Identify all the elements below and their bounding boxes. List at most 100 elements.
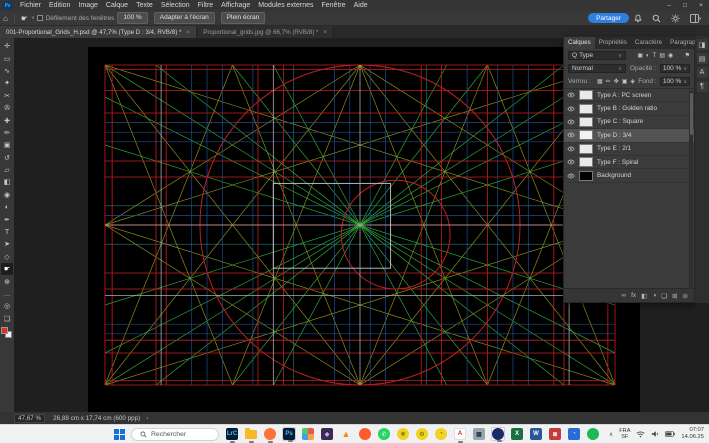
layer-thumbnail[interactable] <box>579 130 593 140</box>
history-brush-tool[interactable]: ↺ <box>1 152 13 164</box>
layer-style-icon[interactable]: fx <box>631 292 636 299</box>
taskbar-app-file-explorer[interactable] <box>244 427 258 441</box>
layer-thumbnail[interactable] <box>579 117 593 127</box>
layer-thumbnail[interactable] <box>579 144 593 154</box>
layer-thumbnail[interactable] <box>579 171 593 181</box>
taskbar-app-yellow-app-1[interactable]: ❋ <box>396 427 410 441</box>
taskbar-app-purple-app[interactable]: ◆ <box>320 427 334 441</box>
lasso-tool[interactable]: ∿ <box>1 65 13 77</box>
home-icon[interactable]: ⌂ <box>3 14 8 23</box>
layer-row[interactable]: Type C : Square <box>564 116 694 129</box>
screen-mode[interactable]: ❏ <box>1 313 13 325</box>
adjustment-layer-icon[interactable]: ◑ <box>652 292 656 299</box>
layer-filter-type-icon-2[interactable]: ◐ <box>646 53 650 59</box>
layer-filter-type-icon-4[interactable]: ▤ <box>659 52 665 59</box>
taskbar-app-red-app[interactable]: ≣ <box>548 427 562 441</box>
menu-fen-tre[interactable]: Fenêtre <box>318 0 350 11</box>
tab-close-icon[interactable]: × <box>323 29 327 36</box>
layer-filter-type-icon-5[interactable]: ◉ <box>668 52 673 59</box>
minimize-button[interactable]: – <box>661 0 677 11</box>
panel-tab-propriétés[interactable]: Propriétés <box>595 37 631 49</box>
lock-icon-3[interactable]: ✥ <box>614 78 619 85</box>
tab-close-icon[interactable]: × <box>186 29 190 36</box>
taskbar-app-excel[interactable]: X <box>510 427 524 441</box>
document-tab-2[interactable]: Proportional_grids.jpg @ 66,7% (RVB/8) *… <box>197 26 334 38</box>
restore-button[interactable]: □ <box>677 0 693 11</box>
visibility-eye-icon[interactable] <box>566 159 576 165</box>
taskbar-app-blue-swirl-app[interactable]: ◔ <box>567 427 581 441</box>
visibility-eye-icon[interactable] <box>566 106 576 112</box>
move-tool[interactable]: ✛ <box>1 40 13 52</box>
layer-mask-icon[interactable]: ◧ <box>641 292 647 300</box>
dodge-tool[interactable]: ◐ <box>1 201 13 213</box>
quick-mask[interactable]: ◎ <box>1 300 13 312</box>
menu-aide[interactable]: Aide <box>350 0 372 11</box>
menu-image[interactable]: Image <box>74 0 101 11</box>
link-layers-icon[interactable]: ∞ <box>621 292 626 299</box>
taskbar-app-orange-circle-app[interactable] <box>358 427 372 441</box>
layer-thumbnail[interactable] <box>579 104 593 114</box>
menu-modules-externes[interactable]: Modules externes <box>254 0 317 11</box>
taskbar-app-green-circle-app[interactable] <box>586 427 600 441</box>
menu-s-lection[interactable]: Sélection <box>157 0 194 11</box>
marquee-tool[interactable]: ▭ <box>1 52 13 64</box>
taskbar-app-lightroom[interactable]: LrC <box>225 427 239 441</box>
panel-scrollbar[interactable] <box>689 91 693 289</box>
taskbar-app-whatsapp[interactable]: ✆ <box>377 427 391 441</box>
brush-tool[interactable]: ✏ <box>1 127 13 139</box>
layer-row[interactable]: Background <box>564 169 694 182</box>
taskbar-app-firefox[interactable] <box>263 427 277 441</box>
eraser-tool[interactable]: ▱ <box>1 164 13 176</box>
close-button[interactable]: × <box>693 0 709 11</box>
filter-pin-icon[interactable]: ⚑ <box>685 52 690 59</box>
wifi-icon[interactable] <box>636 430 645 438</box>
menu-edition[interactable]: Edition <box>45 0 74 11</box>
document-tab-1[interactable]: 001-Proportional_Grids_H.psd @ 47,7% (Ty… <box>0 26 197 38</box>
visibility-eye-icon[interactable] <box>566 173 576 179</box>
panel-tab-caractère[interactable]: Caractère <box>631 37 666 49</box>
character-panel-icon[interactable]: A <box>697 67 708 78</box>
status-options-arrow[interactable]: › <box>146 415 148 422</box>
taskbar-app-vlc[interactable]: ▲ <box>339 427 353 441</box>
swatches-panel-icon[interactable]: ◨ <box>697 39 708 50</box>
lock-icon-1[interactable]: ▦ <box>597 78 603 85</box>
visibility-eye-icon[interactable] <box>566 146 576 152</box>
visibility-eye-icon[interactable] <box>566 132 576 138</box>
taskbar-app-photos-app[interactable] <box>301 427 315 441</box>
hand-tool-icon[interactable]: ☛ <box>21 14 28 23</box>
language-indicator[interactable]: FRA SF <box>619 428 630 440</box>
layer-filter-type-icon-3[interactable]: T <box>653 53 657 59</box>
libraries-panel-icon[interactable]: ▤ <box>697 53 708 64</box>
volume-icon[interactable] <box>651 430 659 438</box>
layer-thumbnail[interactable] <box>579 90 593 100</box>
document-canvas[interactable] <box>88 47 640 412</box>
tray-chevron-icon[interactable]: ∧ <box>609 431 613 438</box>
paragraph-panel-icon[interactable]: ¶ <box>697 81 708 92</box>
healing-brush-tool[interactable]: ✚ <box>1 114 13 126</box>
taskbar-app-calculator-app[interactable]: ▦ <box>472 427 486 441</box>
share-button[interactable]: Partager <box>588 13 629 23</box>
chevron-down-icon[interactable]: ∨ <box>31 15 35 21</box>
hand-tool[interactable]: ☛ <box>1 263 13 275</box>
lock-icon-5[interactable]: ◈ <box>630 78 635 85</box>
layer-filter-select[interactable]: Q Type ∨ <box>568 51 626 60</box>
discover-icon[interactable] <box>671 14 680 23</box>
layer-row[interactable]: Type B : Golden ratio <box>564 102 694 115</box>
blur-tool[interactable]: ◉ <box>1 189 13 201</box>
lock-icon-2[interactable]: ✏ <box>606 78 611 85</box>
menu-fichier[interactable]: Fichier <box>16 0 45 11</box>
layer-thumbnail[interactable] <box>579 157 593 167</box>
layer-filter-type-icon-1[interactable]: ▣ <box>637 52 643 59</box>
blend-mode-select[interactable]: Normal ∨ <box>568 64 626 73</box>
visibility-eye-icon[interactable] <box>566 92 576 98</box>
menu-calque[interactable]: Calque <box>102 0 132 11</box>
bell-icon[interactable] <box>634 14 642 23</box>
fullscreen-button[interactable]: Plein écran <box>221 12 266 24</box>
new-layer-icon[interactable]: ⊞ <box>672 292 677 300</box>
clone-stamp-tool[interactable]: ▣ <box>1 139 13 151</box>
start-button[interactable] <box>114 429 125 440</box>
taskbar-app-photoshop[interactable]: Ps <box>282 427 296 441</box>
layer-row[interactable]: Type E : 2/1 <box>564 143 694 156</box>
lock-icon-4[interactable]: ▣ <box>622 78 628 85</box>
panel-tab-calques[interactable]: Calques <box>564 37 595 49</box>
